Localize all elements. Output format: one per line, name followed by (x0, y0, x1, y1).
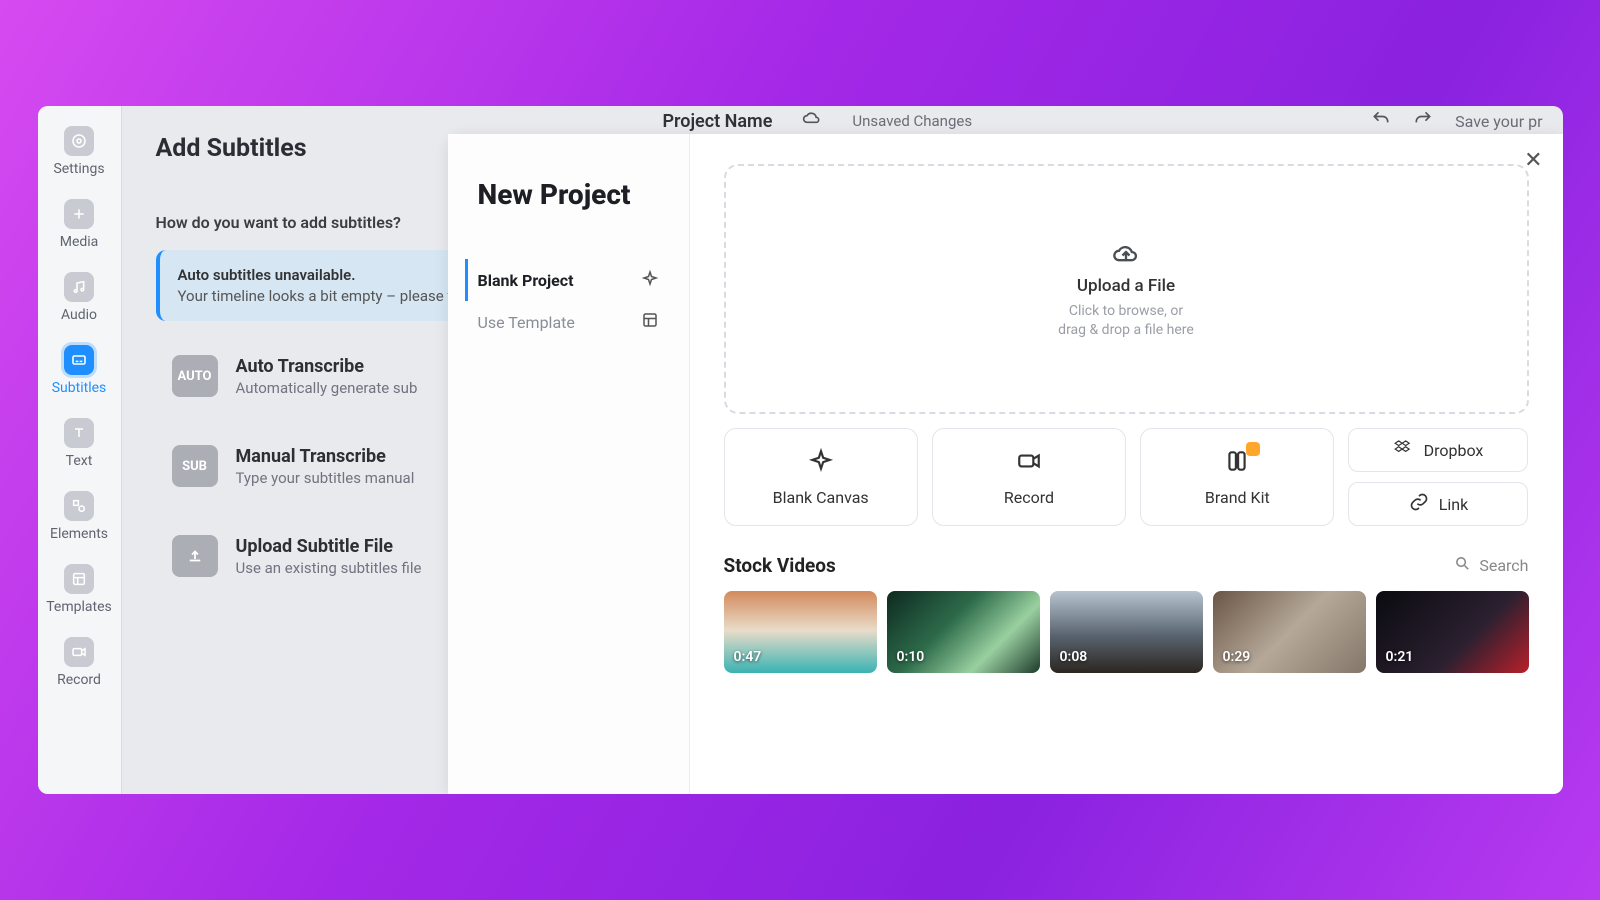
option-title: Auto Transcribe (236, 356, 418, 377)
layout-icon (64, 564, 94, 594)
tile-brand-kit[interactable]: Brand Kit (1140, 428, 1334, 526)
video-duration: 0:29 (1223, 649, 1251, 665)
stock-video-thumb[interactable]: 0:47 (724, 591, 877, 673)
option-subtext: Automatically generate sub (236, 379, 418, 397)
option-title: Upload Subtitle File (236, 536, 422, 557)
option-subtext: Use an existing subtitles file (236, 559, 422, 577)
project-name[interactable]: Project Name (663, 111, 773, 132)
modal-sidebar: New Project Blank Project Use Template (448, 134, 690, 794)
sidebar-item-elements[interactable]: Elements (50, 491, 108, 542)
tile-blank-canvas[interactable]: Blank Canvas (724, 428, 918, 526)
sparkle-icon (808, 448, 834, 478)
stock-video-row: 0:47 0:10 0:08 0:29 0:21 (724, 591, 1529, 673)
dropbox-icon (1394, 438, 1414, 462)
link-icon (1409, 492, 1429, 516)
stock-video-thumb[interactable]: 0:10 (887, 591, 1040, 673)
upload-dropzone[interactable]: Upload a File Click to browse, ordrag & … (724, 164, 1529, 414)
stock-video-thumb[interactable]: 0:21 (1376, 591, 1529, 673)
close-button[interactable]: ✕ (1524, 148, 1542, 173)
option-subtext: Type your subtitles manual (236, 469, 415, 487)
tile-label: Record (1004, 488, 1054, 507)
sidebar-item-label: Record (57, 672, 101, 688)
shapes-icon (64, 491, 94, 521)
plus-icon (64, 199, 94, 229)
cloud-icon (802, 109, 822, 133)
watermark: A (1298, 708, 1340, 790)
tile-dropbox[interactable]: Dropbox (1348, 428, 1528, 472)
stock-video-thumb[interactable]: 0:29 (1213, 591, 1366, 673)
save-hint: Save your pr (1455, 112, 1542, 131)
sidebar-item-label: Audio (61, 307, 97, 323)
stock-videos-header: Stock Videos Search (724, 554, 1529, 577)
sidebar-item-label: Templates (46, 599, 112, 615)
sidebar-item-label: Settings (53, 161, 104, 177)
option-badge: SUB (172, 445, 218, 487)
menu-item-blank-project[interactable]: Blank Project (465, 259, 659, 301)
camera-icon (64, 637, 94, 667)
option-badge: AUTO (172, 355, 218, 397)
tile-label: Blank Canvas (773, 488, 869, 507)
option-title: Manual Transcribe (236, 446, 415, 467)
gear-icon (64, 126, 94, 156)
modal-content: ✕ Upload a File Click to browse, ordrag … (690, 134, 1563, 794)
search-label: Search (1479, 556, 1528, 575)
notification-badge (1246, 442, 1260, 456)
sidebar-item-media[interactable]: Media (60, 199, 99, 250)
tile-record[interactable]: Record (932, 428, 1126, 526)
sidebar-item-label: Elements (50, 526, 108, 542)
app-frame: Settings Media Audio Subtitles Text Elem… (38, 106, 1563, 794)
sidebar-item-settings[interactable]: Settings (53, 126, 104, 177)
layout-icon (641, 311, 659, 333)
stock-videos-heading: Stock Videos (724, 554, 836, 577)
sidebar-item-record[interactable]: Record (57, 637, 101, 688)
video-duration: 0:08 (1060, 649, 1088, 665)
search-icon (1454, 555, 1471, 576)
sidebar-item-templates[interactable]: Templates (46, 564, 112, 615)
sidebar-item-text[interactable]: Text (64, 418, 94, 469)
sidebar-item-label: Subtitles (52, 380, 107, 396)
music-icon (64, 272, 94, 302)
menu-item-use-template[interactable]: Use Template (478, 301, 659, 343)
left-sidebar: Settings Media Audio Subtitles Text Elem… (38, 106, 122, 794)
stock-search-button[interactable]: Search (1454, 555, 1528, 576)
camera-icon (1016, 448, 1042, 478)
upload-title: Upload a File (1077, 276, 1175, 296)
menu-label: Use Template (478, 313, 575, 332)
tile-label: Link (1439, 495, 1468, 514)
video-duration: 0:47 (734, 649, 762, 665)
project-type-tiles: Blank Canvas Record Brand Kit D (724, 428, 1529, 526)
upload-icon (172, 535, 218, 577)
modal-title: New Project (478, 178, 659, 211)
sidebar-item-label: Text (66, 453, 93, 469)
new-project-modal: New Project Blank Project Use Template ✕… (448, 134, 1563, 794)
sidebar-item-subtitles[interactable]: Subtitles (52, 345, 107, 396)
upload-cloud-icon (1112, 238, 1140, 270)
tile-link[interactable]: Link (1348, 482, 1528, 526)
redo-button[interactable] (1413, 109, 1433, 133)
video-duration: 0:10 (897, 649, 925, 665)
menu-label: Blank Project (478, 271, 574, 290)
text-icon (64, 418, 94, 448)
subtitles-icon (64, 345, 94, 375)
save-status: Unsaved Changes (852, 112, 972, 130)
tile-label: Brand Kit (1205, 488, 1270, 507)
brand-kit-icon (1224, 448, 1250, 478)
sparkle-icon (641, 269, 659, 291)
stock-video-thumb[interactable]: 0:08 (1050, 591, 1203, 673)
video-duration: 0:21 (1386, 649, 1414, 665)
upload-subtext: Click to browse, ordrag & drop a file he… (1058, 302, 1194, 340)
sidebar-item-label: Media (60, 234, 99, 250)
sidebar-item-audio[interactable]: Audio (61, 272, 97, 323)
undo-button[interactable] (1371, 109, 1391, 133)
topbar: Project Name Unsaved Changes Save your p… (643, 106, 1563, 136)
tile-label: Dropbox (1424, 441, 1484, 460)
